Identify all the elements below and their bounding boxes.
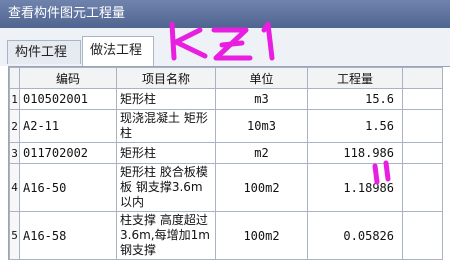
table-row[interactable]: 4 A16-50 矩形柱 胶合板模板 钢支撑3.6m以内 100m2 1.189… — [9, 163, 443, 212]
cell-name[interactable]: 矩形柱 — [116, 142, 216, 164]
quantity-table: 编码 项目名称 单位 工程量 1 010502001 矩形柱 m3 15.6 2… — [9, 67, 443, 260]
table-row[interactable]: 5 A16-58 柱支撑 高度超过3.6m,每增加1m钢支撑 100m2 0.0… — [9, 211, 443, 260]
row-index: 1 — [9, 88, 20, 110]
table-row[interactable]: 2 A2-11 现浇混凝土 矩形柱 10m3 1.56 — [9, 109, 443, 143]
row-index: 5 — [9, 211, 20, 260]
row-index-header — [9, 67, 20, 89]
row-index: 2 — [9, 109, 20, 143]
cell-unit[interactable]: m2 — [215, 142, 308, 164]
column-header-quantity[interactable]: 工程量 — [307, 67, 403, 89]
cell-blank — [402, 88, 443, 110]
cell-code[interactable]: A16-58 — [19, 211, 117, 260]
cell-name[interactable]: 矩形柱 — [116, 88, 216, 110]
table-row[interactable]: 3 011702002 矩形柱 m2 118.986 — [9, 142, 443, 164]
cell-name[interactable]: 柱支撑 高度超过3.6m,每增加1m钢支撑 — [116, 211, 216, 260]
cell-unit[interactable]: 10m3 — [215, 109, 308, 143]
column-header-unit[interactable]: 单位 — [215, 67, 308, 89]
column-header-blank — [402, 67, 443, 89]
cell-quantity[interactable]: 0.05826 — [307, 211, 403, 260]
column-header-code[interactable]: 编码 — [19, 67, 117, 89]
cell-code[interactable]: A16-50 — [19, 163, 117, 212]
cell-quantity[interactable]: 15.6 — [307, 88, 403, 110]
cell-blank — [402, 142, 443, 164]
quantity-grid: 编码 项目名称 单位 工程量 1 010502001 矩形柱 m3 15.6 2… — [8, 66, 450, 260]
cell-unit[interactable]: 100m2 — [215, 211, 308, 260]
cell-quantity[interactable]: 1.18986 — [307, 163, 403, 212]
cell-name[interactable]: 现浇混凝土 矩形柱 — [116, 109, 216, 143]
column-header-name[interactable]: 项目名称 — [116, 67, 216, 89]
cell-unit[interactable]: 100m2 — [215, 163, 308, 212]
cell-quantity[interactable]: 1.56 — [307, 109, 403, 143]
cell-blank — [402, 109, 443, 143]
cell-name[interactable]: 矩形柱 胶合板模板 钢支撑3.6m以内 — [116, 163, 216, 212]
cell-code[interactable]: A2-11 — [19, 109, 117, 143]
table-row[interactable]: 1 010502001 矩形柱 m3 15.6 — [9, 88, 443, 110]
cell-quantity[interactable]: 118.986 — [307, 142, 403, 164]
row-index: 3 — [9, 142, 20, 164]
cell-blank — [402, 163, 443, 212]
cell-unit[interactable]: m3 — [215, 88, 308, 110]
tab-component-quantity[interactable]: 构件工程量 — [7, 40, 81, 84]
tab-strip: 构件工程量 做法工程量 — [0, 28, 450, 86]
tab-method-quantity[interactable]: 做法工程量 — [82, 36, 154, 86]
window-title: 查看构件图元工程量 — [0, 0, 450, 28]
cell-code[interactable]: 011702002 — [19, 142, 117, 164]
row-index: 4 — [9, 163, 20, 212]
cell-blank — [402, 211, 443, 260]
cell-code[interactable]: 010502001 — [19, 88, 117, 110]
